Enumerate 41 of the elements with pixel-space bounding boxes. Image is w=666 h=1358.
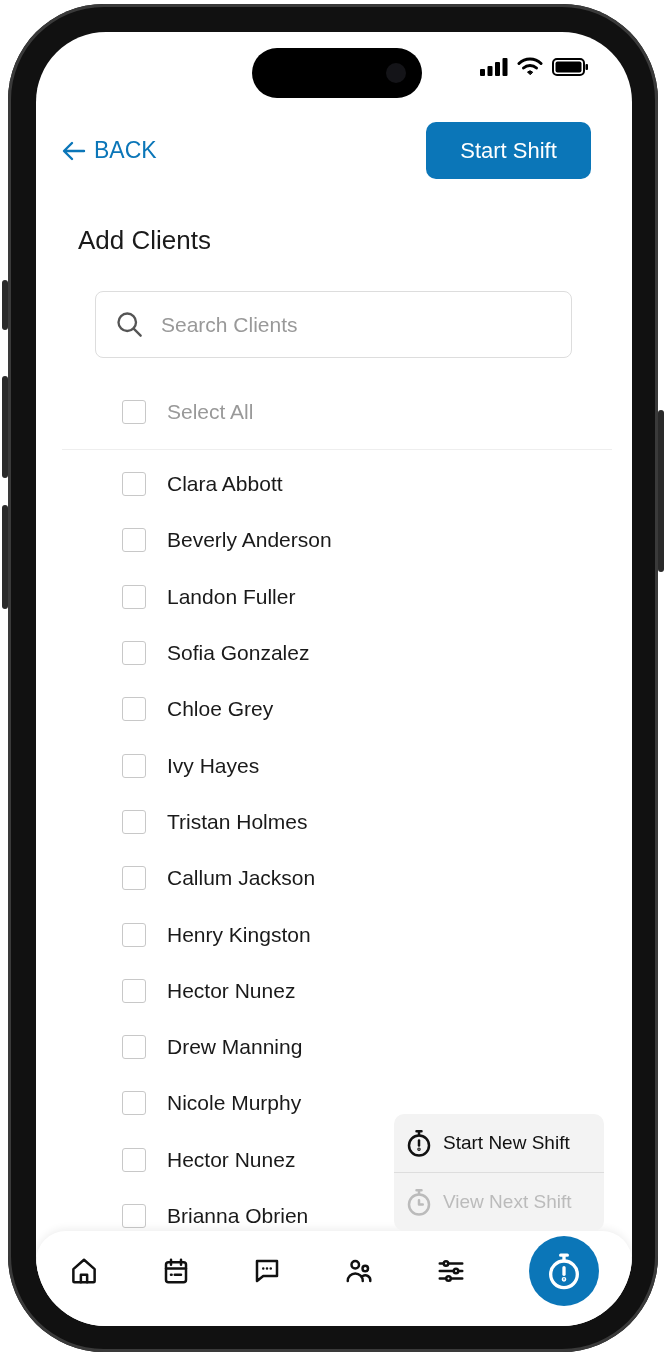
back-arrow-icon — [62, 140, 86, 161]
checkbox[interactable] — [122, 528, 146, 553]
client-name: Drew Manning — [167, 1035, 303, 1060]
checkbox[interactable] — [122, 697, 146, 722]
client-name: Tristan Holmes — [167, 809, 308, 834]
client-name: Ivy Hayes — [167, 753, 260, 778]
checkbox[interactable] — [122, 584, 146, 609]
start-shift-button[interactable]: Start Shift — [426, 122, 591, 179]
checkbox[interactable] — [122, 1147, 146, 1172]
client-name: Sofia Gonzalez — [167, 641, 310, 666]
client-name: Nicole Murphy — [167, 1091, 302, 1116]
battery-icon — [552, 57, 588, 76]
signal-icon — [480, 57, 508, 76]
menu-item[interactable]: Start New Shift — [394, 1114, 604, 1172]
search-icon — [115, 310, 143, 338]
checkbox[interactable] — [122, 866, 146, 891]
checkbox[interactable] — [122, 472, 146, 497]
client-name: Landon Fuller — [167, 584, 296, 609]
checkbox[interactable] — [122, 400, 146, 424]
client-name: Clara Abbott — [167, 472, 283, 497]
client-name: Hector Nunez — [167, 1147, 296, 1172]
page-title: Add Clients — [78, 224, 212, 256]
checkbox[interactable] — [122, 753, 146, 778]
client-name: Hector Nunez — [167, 978, 296, 1003]
client-name: Brianna Obrien — [167, 1204, 309, 1228]
checkbox[interactable] — [122, 1035, 146, 1060]
client-name: Beverly Anderson — [167, 528, 332, 553]
client-name: Callum Jackson — [167, 866, 316, 891]
search-field[interactable]: Search Clients — [95, 291, 572, 358]
client-name: Chloe Grey — [167, 697, 274, 722]
checkbox[interactable] — [122, 1091, 146, 1116]
checkbox[interactable] — [122, 641, 146, 666]
home-icon[interactable] — [69, 1256, 99, 1286]
checkbox[interactable] — [122, 978, 146, 1003]
checkbox[interactable] — [122, 1204, 146, 1228]
back-link[interactable]: BACK — [62, 137, 157, 164]
checkbox[interactable] — [122, 809, 146, 834]
select-all-label: Select All — [167, 400, 254, 424]
checkbox[interactable] — [122, 922, 146, 947]
client-name: Henry Kingston — [167, 922, 311, 947]
wifi-icon — [517, 57, 543, 76]
